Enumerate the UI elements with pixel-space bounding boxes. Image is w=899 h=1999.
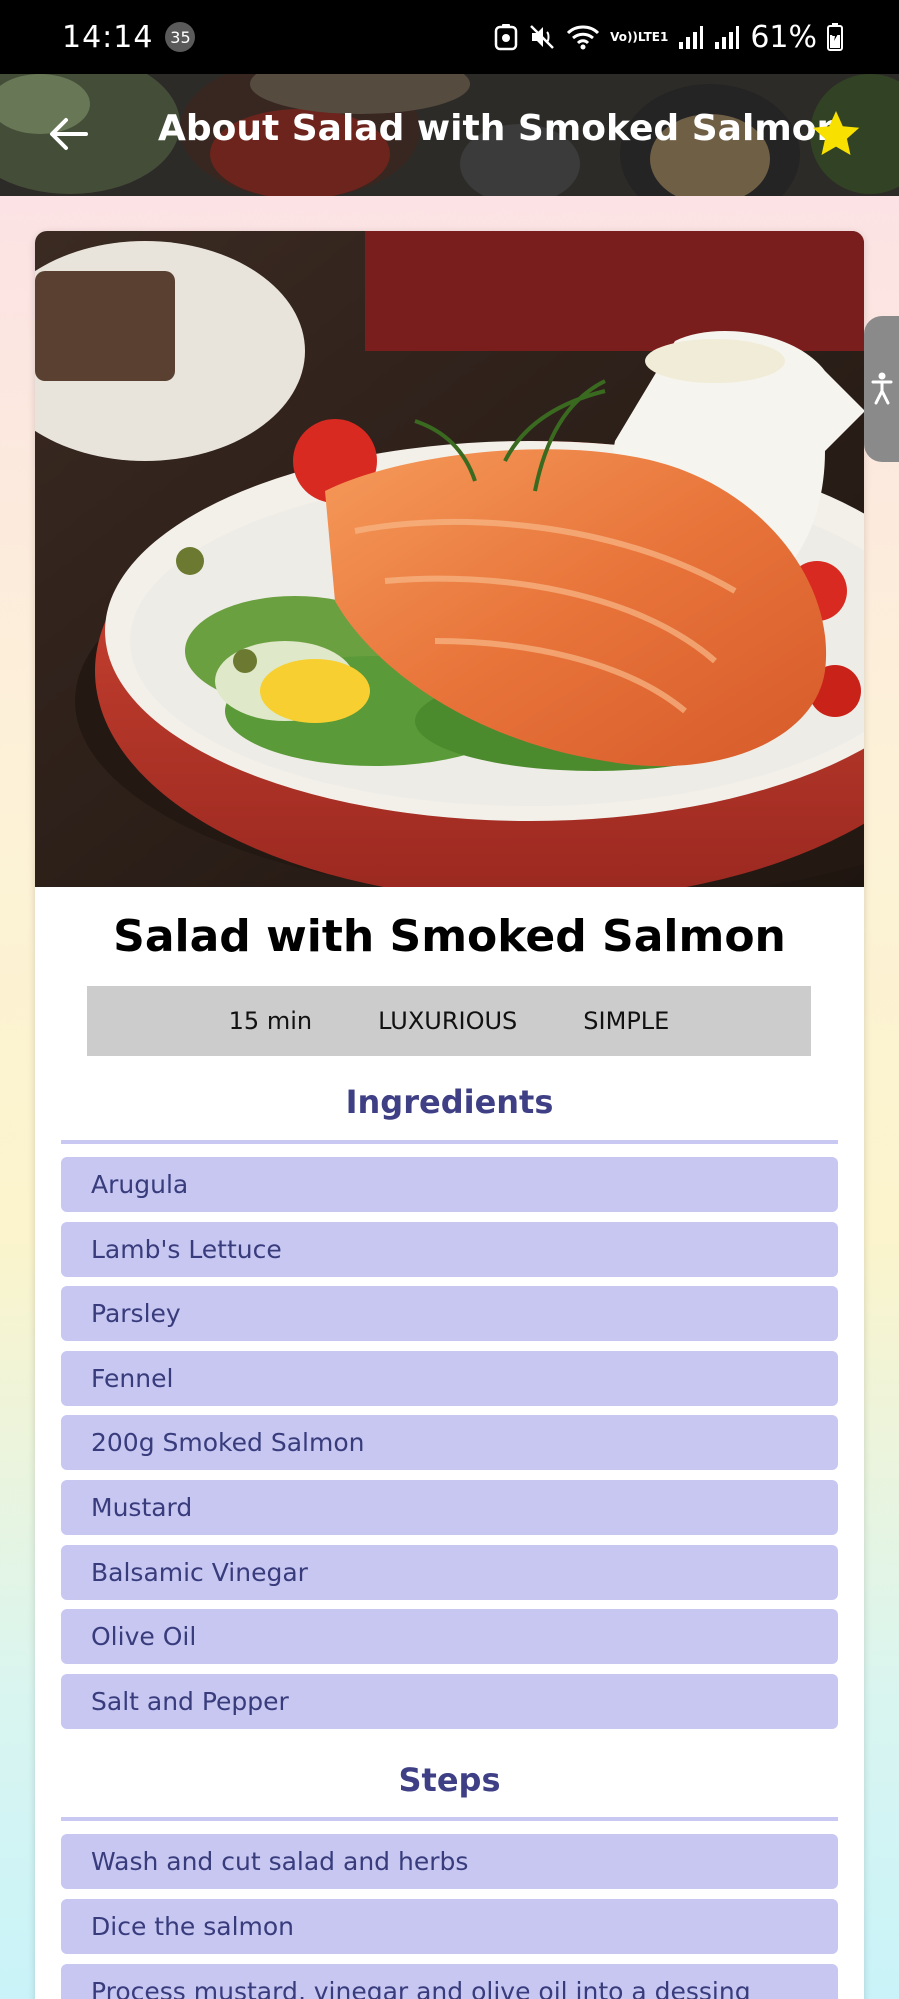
status-bar: 14:14 35 Vo)) LTE1 61% — [0, 0, 899, 74]
recipe-title: Salad with Smoked Salmon — [113, 911, 786, 962]
status-right: Vo)) LTE1 61% — [494, 20, 843, 55]
ingredient-item[interactable]: Mustard — [61, 1480, 838, 1535]
ingredients-header: Ingredients — [345, 1083, 554, 1121]
accessibility-icon — [871, 372, 892, 405]
ingredient-item[interactable]: Olive Oil — [61, 1609, 838, 1664]
mute-icon — [528, 23, 556, 51]
step-item[interactable]: Process mustard, vinegar and olive oil i… — [61, 1964, 838, 1999]
status-time: 14:14 — [62, 19, 154, 55]
signal-icon-sim1 — [678, 24, 704, 50]
recipe-meta-bar: 15 min LUXURIOUS SIMPLE — [87, 986, 811, 1056]
volte-label-bottom: LTE1 — [637, 30, 669, 44]
recipe-card: Salad with Smoked Salmon 15 min LUXURIOU… — [35, 231, 864, 1999]
steps-divider — [61, 1817, 838, 1821]
step-item[interactable]: Wash and cut salad and herbs — [61, 1834, 838, 1889]
ingredient-item[interactable]: Arugula — [61, 1157, 838, 1212]
ingredient-item[interactable]: Balsamic Vinegar — [61, 1545, 838, 1600]
ingredient-item[interactable]: Lamb's Lettuce — [61, 1222, 838, 1277]
status-left: 14:14 35 — [62, 19, 196, 55]
signal-icon-sim2 — [714, 24, 740, 50]
ingredients-divider — [61, 1140, 838, 1144]
duration-label: 15 min — [228, 1007, 313, 1035]
accessibility-button[interactable] — [864, 316, 899, 462]
ingredient-item[interactable]: Fennel — [61, 1351, 838, 1406]
arrow-left-icon — [50, 118, 88, 150]
affordability-label: LUXURIOUS — [378, 1007, 518, 1035]
step-item[interactable]: Dice the salmon — [61, 1899, 838, 1954]
wifi-icon — [566, 23, 600, 51]
ingredient-item[interactable]: Salt and Pepper — [61, 1674, 838, 1729]
complexity-label: SIMPLE — [583, 1007, 670, 1035]
battery-percent: 61% — [750, 19, 817, 55]
notification-badge: 35 — [165, 22, 196, 52]
volte-label-top: Vo)) — [610, 30, 638, 44]
steps-header: Steps — [398, 1761, 501, 1799]
recipe-image — [35, 231, 864, 887]
star-icon — [812, 111, 860, 155]
favorite-button[interactable] — [808, 106, 864, 162]
app-bar-title: About Salad with Smoked Salmon — [158, 108, 843, 149]
ingredient-item[interactable]: Parsley — [61, 1286, 838, 1341]
battery-icon — [827, 23, 843, 51]
volte-icon: Vo)) LTE1 — [610, 31, 668, 43]
ingredient-item[interactable]: 200g Smoked Salmon — [61, 1415, 838, 1470]
back-button[interactable] — [38, 104, 98, 164]
screenshot-icon — [494, 23, 518, 51]
app-bar: About Salad with Smoked Salmon — [0, 74, 899, 196]
